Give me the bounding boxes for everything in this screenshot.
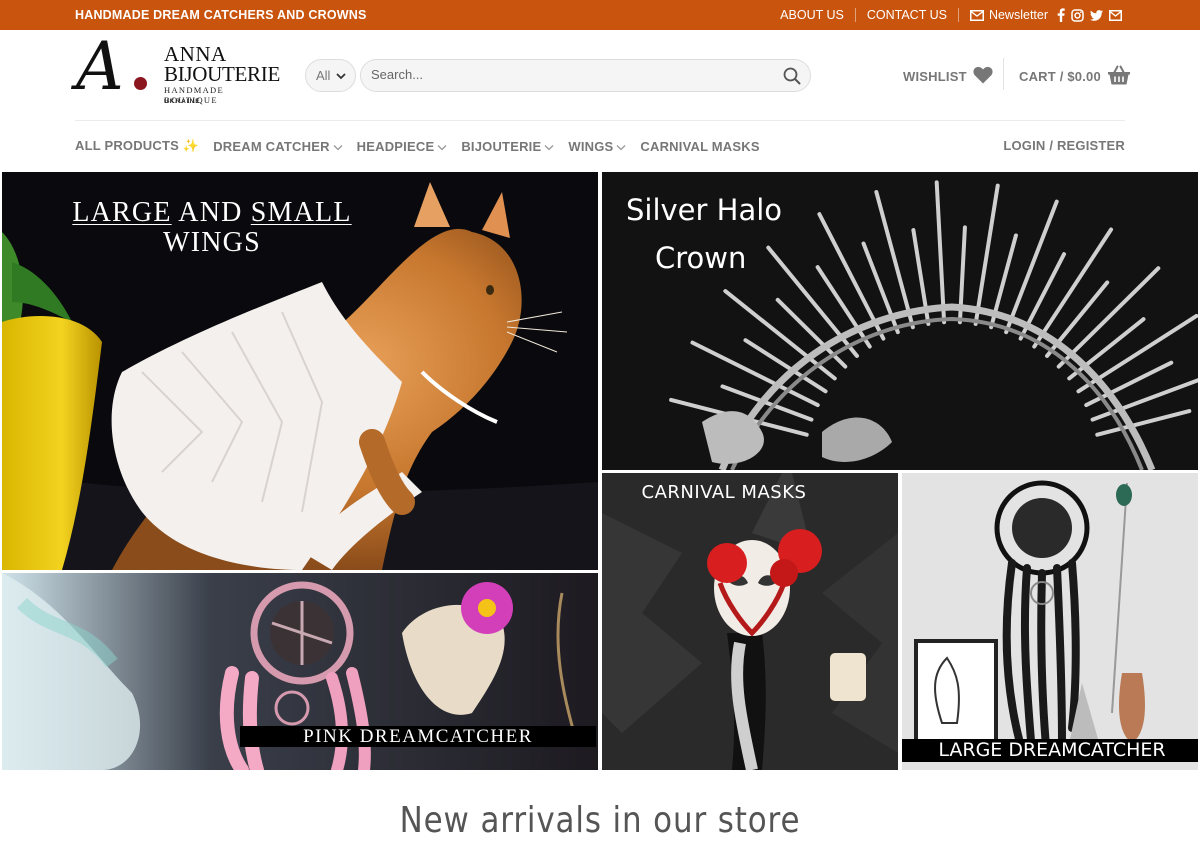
nav-item-label: HEADPIECE: [356, 138, 435, 154]
wings-banner-caption: LARGE AND SMALL WINGS: [22, 198, 402, 258]
chevron-down-icon: [336, 68, 347, 83]
new-arrivals-heading: New arrivals in our store: [399, 800, 801, 841]
top-bar: HANDMADE DREAM CATCHERS AND CROWNS ABOUT…: [0, 0, 1200, 30]
top-bar-divider: [957, 8, 959, 22]
logo-dot: [134, 77, 147, 90]
nav-item-label: CARNIVAL MASKS: [640, 138, 760, 154]
nav-item-headpiece[interactable]: HEADPIECE: [357, 138, 448, 154]
large-dreamcatcher-banner-image: [902, 473, 1198, 770]
cart-link[interactable]: CART / $0.00: [1019, 64, 1131, 89]
email-icon[interactable]: [1109, 9, 1122, 21]
nav-item-label: BIJOUTERIE: [461, 138, 542, 154]
search-category-value: All: [316, 68, 331, 83]
chevron-down-icon: [544, 139, 554, 154]
logo-name-line2: BIJOUTERIE: [164, 62, 280, 86]
nav-item-dream-catcher[interactable]: DREAM CATCHER: [213, 138, 343, 154]
nav-item-label: ALL PRODUCTS ✨: [75, 138, 200, 153]
header-divider-line: [75, 120, 1125, 121]
nav-item-carnival-masks[interactable]: CARNIVAL MASKS: [640, 138, 759, 154]
about-us-link[interactable]: ABOUT US: [780, 8, 844, 22]
wishlist-link[interactable]: WISHLIST: [903, 66, 993, 87]
banner-pink-dreamcatcher[interactable]: PINK DREAMCATCHER: [2, 573, 598, 770]
nav-item-all-products[interactable]: ALL PRODUCTS ✨: [75, 138, 199, 154]
caption-word: SMALL: [250, 197, 352, 228]
large-dreamcatcher-caption: LARGE DREAMCATCHER: [902, 739, 1198, 762]
logo-mark: A: [76, 28, 124, 105]
envelope-icon: [969, 9, 984, 21]
wishlist-label: WISHLIST: [903, 69, 967, 84]
basket-icon: [1107, 64, 1131, 89]
top-bar-tagline: HANDMADE DREAM CATCHERS AND CROWNS: [75, 8, 367, 22]
header-divider: [1003, 58, 1004, 90]
nav-item-label: WINGS: [568, 138, 614, 154]
login-register-link[interactable]: LOGIN / REGISTER: [1003, 138, 1125, 153]
banner-wings[interactable]: LARGE AND SMALL WINGS: [2, 172, 598, 570]
carnival-masks-banner-image: [602, 473, 898, 770]
chevron-down-icon: [437, 139, 447, 154]
search-icon[interactable]: [783, 67, 801, 90]
caption-line: Silver Halo: [626, 193, 783, 227]
halo-banner-caption: Silver Halo Crown: [626, 186, 782, 282]
newsletter-link[interactable]: Newsletter: [969, 8, 1048, 22]
newsletter-label: Newsletter: [988, 8, 1048, 22]
chevron-down-icon: [616, 139, 626, 154]
search-category-select[interactable]: All: [305, 59, 356, 92]
caption-word: LARGE: [72, 197, 172, 228]
banner-silver-halo-crown[interactable]: Silver Halo Crown: [602, 172, 1198, 470]
facebook-icon[interactable]: [1057, 8, 1065, 22]
main-nav: ALL PRODUCTS ✨ DREAM CATCHER HEADPIECE B…: [75, 138, 760, 154]
search-input[interactable]: [371, 67, 761, 82]
social-icons: [1057, 8, 1122, 22]
chevron-down-icon: [333, 139, 343, 154]
nav-item-bijouterie[interactable]: BIJOUTERIE: [461, 138, 554, 154]
site-logo[interactable]: A ANNA BIJOUTERIE HANDMADE BOUTIQUE UKRA…: [76, 34, 280, 110]
nav-item-wings[interactable]: WINGS: [568, 138, 626, 154]
twitter-icon[interactable]: [1090, 9, 1103, 21]
caption-word: WINGS: [163, 227, 261, 258]
nav-item-label: DREAM CATCHER: [213, 138, 330, 154]
heart-icon: [973, 66, 993, 87]
banner-large-dreamcatcher[interactable]: LARGE DREAMCATCHER: [902, 473, 1198, 770]
top-bar-divider: [854, 8, 856, 22]
cart-label: CART / $0.00: [1019, 69, 1101, 84]
search-bar: [360, 59, 811, 92]
carnival-masks-caption: CARNIVAL MASKS: [641, 482, 807, 503]
caption-line: Crown: [655, 241, 747, 275]
top-bar-links: ABOUT US CONTACT US Newsletter: [780, 0, 1122, 30]
contact-us-link[interactable]: CONTACT US: [867, 8, 947, 22]
instagram-icon[interactable]: [1071, 8, 1084, 22]
caption-word: AND: [178, 197, 243, 228]
logo-country: UKRAINE: [164, 98, 201, 105]
banner-carnival-masks[interactable]: CARNIVAL MASKS: [602, 473, 898, 770]
pink-dreamcatcher-caption: PINK DREAMCATCHER: [240, 726, 596, 747]
